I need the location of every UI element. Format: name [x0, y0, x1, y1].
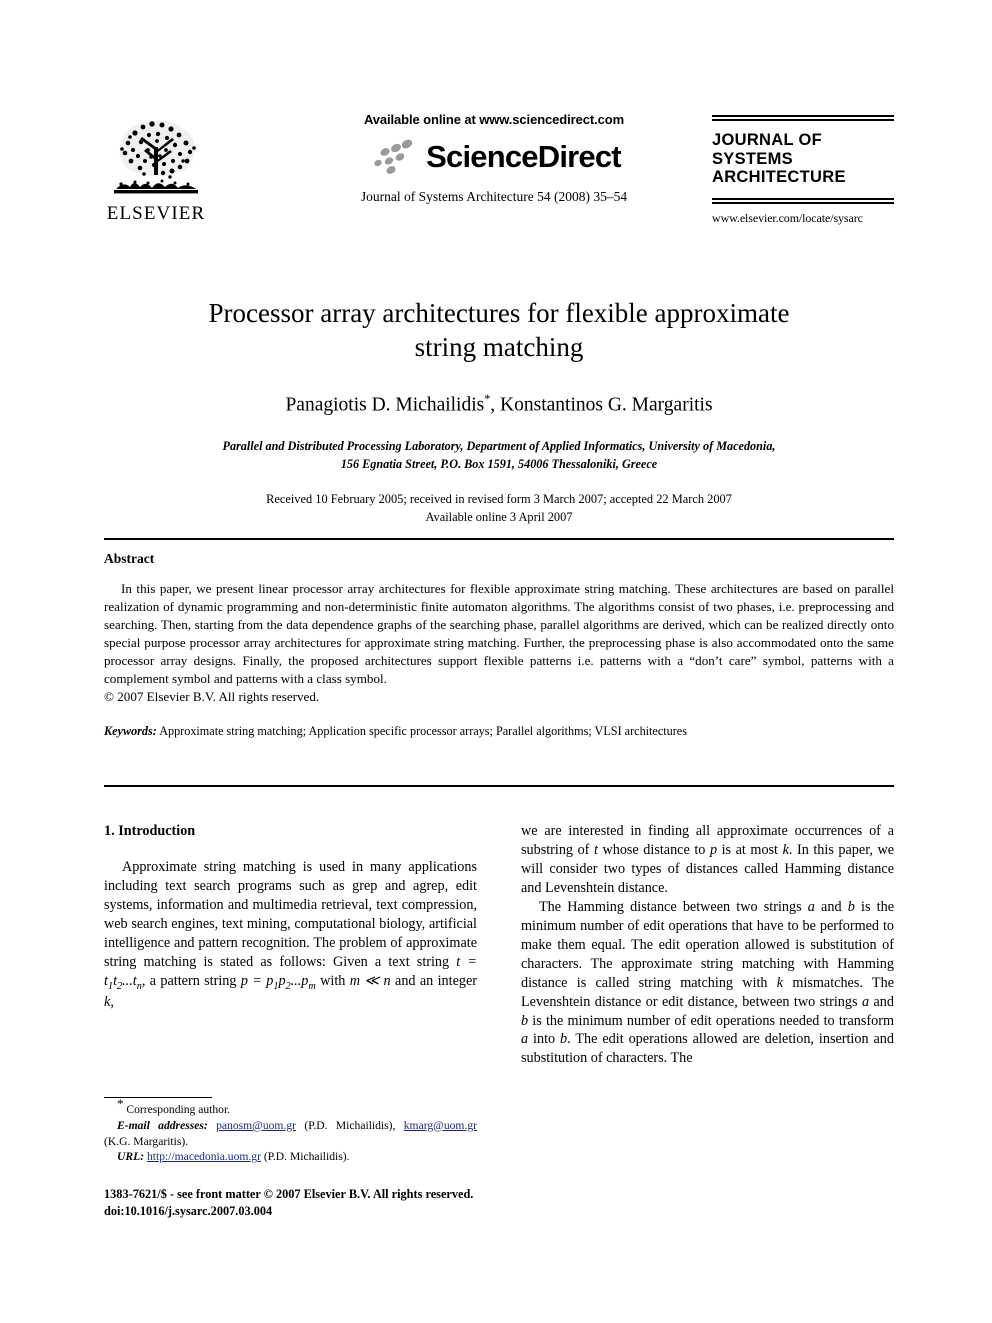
footnote-block: * Corresponding author. E-mail addresses… [104, 1097, 477, 1165]
math-p-mid: p [278, 972, 286, 989]
url-label: URL: [117, 1150, 145, 1164]
masthead: ELSEVIER Available online at www.science… [104, 112, 894, 257]
intro-text-d: , [110, 994, 114, 1011]
right2-text-f: is the minimum number of edit operations… [528, 1012, 894, 1029]
math-p-sub-m: m [308, 980, 316, 992]
intro-text-b: , a pattern string [141, 972, 241, 989]
math-p-dots: ...p [290, 972, 309, 989]
right-text-c: is at most [717, 841, 783, 858]
section-heading-introduction: 1. Introduction [104, 823, 196, 839]
sciencedirect-wordmark: ScienceDirect [426, 139, 621, 174]
paragraph-right-2: The Hamming distance between two strings… [521, 898, 894, 1069]
sciencedirect-dots-icon [374, 139, 413, 174]
abstract-rule-bottom [104, 785, 894, 787]
email-addresses-label: E-mail addresses: [117, 1118, 208, 1132]
paper-page: ELSEVIER Available online at www.science… [0, 0, 992, 1323]
author-list: Panagiotis D. Michailidis*, Konstantinos… [104, 392, 894, 417]
keywords: Keywords: Approximate string matching; A… [104, 724, 894, 739]
issn-front-matter: 1383-7621/$ - see front matter © 2007 El… [104, 1187, 474, 1201]
email2-owner: (K.G. Margaritis). [104, 1134, 189, 1148]
paragraph-intro-1: Approximate string matching is used in m… [104, 858, 477, 1012]
abstract-rule-top [104, 538, 894, 540]
journal-homepage-url: www.elsevier.com/locate/sysarc [712, 210, 863, 225]
title-block: Processor array architectures for flexib… [104, 296, 894, 527]
doi-line: doi:10.1016/j.sysarc.2007.03.004 [104, 1204, 273, 1219]
sciencedirect-block: Available online at www.sciencedirect.co… [314, 112, 674, 205]
abstract-section: Abstract In this paper, we present linea… [104, 551, 894, 739]
intro-text-a: Approximate string matching is used in m… [104, 858, 477, 970]
math-p-eq: p = p [240, 972, 274, 989]
author-2: Konstantinos G. Margaritis [500, 394, 713, 416]
available-online-text: Available online at www.sciencedirect.co… [363, 112, 625, 127]
right2-text-a: The Hamming distance between two strings [539, 898, 808, 915]
author-1: Panagiotis D. Michailidis [285, 394, 485, 416]
imprint-block: 1383-7621/$ - see front matter © 2007 El… [104, 1186, 604, 1221]
math-with-word: with [320, 972, 350, 989]
available-online-date: Available online 3 April 2007 [425, 510, 573, 525]
math-p-2: p [709, 841, 718, 858]
right2-text-e: and [869, 993, 894, 1010]
math-m-ll-n: m ≪ n [349, 972, 391, 989]
page-title: Processor array architectures for flexib… [104, 296, 894, 365]
email1-owner: (P.D. Michailidis), [304, 1118, 396, 1132]
keywords-value: Approximate string matching; Application… [159, 723, 687, 738]
abstract-copyright: © 2007 Elsevier B.V. All rights reserved… [104, 688, 320, 704]
footnote-corresponding-author: * Corresponding author. [104, 1097, 477, 1118]
publication-dates: Received 10 February 2005; received in r… [104, 491, 894, 526]
math-p-definition: p = p1p2...pm [240, 972, 316, 992]
author-separator: , [490, 394, 501, 416]
right2-text-g: into [528, 1031, 561, 1048]
email-link-panosm[interactable]: panosm@uom.gr [216, 1119, 296, 1132]
elsevier-logo: ELSEVIER [104, 117, 208, 224]
received-dates: Received 10 February 2005; received in r… [266, 492, 732, 507]
keywords-label: Keywords: [104, 723, 157, 738]
math-b-1: b [847, 898, 855, 915]
math-a-1: a [807, 898, 815, 915]
url-link-macedonia[interactable]: http://macedonia.uom.gr [147, 1150, 261, 1163]
footnote-emails: E-mail addresses: panosm@uom.gr (P.D. Mi… [104, 1118, 477, 1150]
body-column-right: we are interested in finding all approxi… [521, 822, 894, 1068]
footnote-corresponding-text: Corresponding author. [123, 1103, 231, 1116]
body-column-left: 1. Introduction Approximate string match… [104, 822, 477, 1012]
affiliation: Parallel and Distributed Processing Labo… [104, 438, 894, 473]
intro-text-c: and an integer [390, 972, 478, 989]
paragraph-right-1: we are interested in finding all approxi… [521, 822, 894, 898]
journal-title: JOURNAL OF SYSTEMS ARCHITECTURE [712, 131, 846, 187]
abstract-heading: Abstract [104, 551, 155, 566]
url-owner: (P.D. Michailidis). [263, 1150, 350, 1164]
title-line-2: string matching [414, 332, 584, 363]
right2-text-h: . The edit operations allowed are deleti… [521, 1031, 894, 1067]
affiliation-line-2: 156 Egnatia Street, P.O. Box 1591, 54006… [340, 456, 658, 471]
math-a-2: a [861, 993, 870, 1010]
footnote-url: URL: http://macedonia.uom.gr (P.D. Micha… [104, 1149, 477, 1165]
elsevier-tree-icon [110, 117, 202, 203]
sciencedirect-logo: ScienceDirect [314, 137, 674, 177]
masthead-rule-bottom [712, 197, 894, 204]
email-link-kmarg[interactable]: kmarg@uom.gr [404, 1119, 477, 1132]
abstract-body: In this paper, we present linear process… [104, 581, 894, 686]
title-line-1: Processor array architectures for flexib… [208, 298, 790, 328]
elsevier-wordmark: ELSEVIER [106, 203, 206, 224]
math-t-dots: ...t [122, 972, 137, 989]
affiliation-line-1: Parallel and Distributed Processing Labo… [222, 439, 776, 454]
right2-text-b: and [814, 898, 848, 915]
journal-reference: Journal of Systems Architecture 54 (2008… [360, 189, 628, 204]
journal-masthead: JOURNAL OF SYSTEMS ARCHITECTURE www.else… [712, 115, 894, 226]
masthead-rule-top [712, 115, 894, 121]
right-text-b: whose distance to [597, 841, 710, 858]
